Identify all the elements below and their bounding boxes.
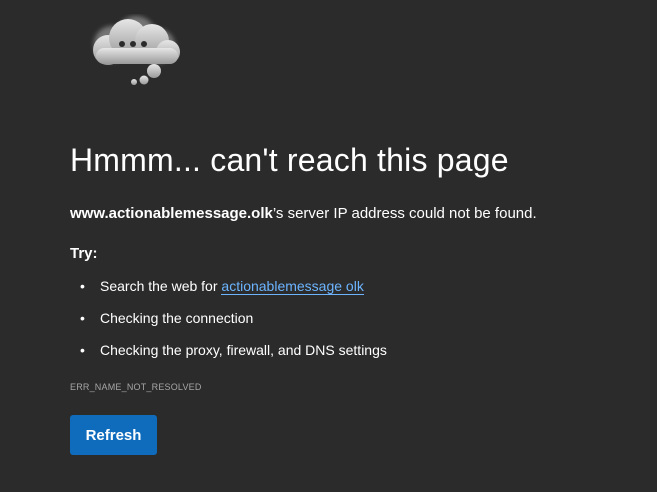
try-label: Try: <box>70 245 98 262</box>
suggestion-search-prefix: Search the web for <box>100 278 222 294</box>
bullet: • <box>80 310 85 326</box>
bullet: • <box>80 342 85 358</box>
page-title: Hmmm... can't reach this page <box>70 142 509 178</box>
error-host: www.actionablemessage.olk <box>70 205 273 222</box>
error-message: www.actionablemessage.olk’s server IP ad… <box>70 205 537 222</box>
bullet: • <box>80 278 85 294</box>
suggestion-connection: • Checking the connection <box>70 310 387 342</box>
error-message-text: ’s server IP address could not be found. <box>272 205 537 222</box>
error-code: ERR_NAME_NOT_RESOLVED <box>70 382 202 392</box>
cloud-thought-icon <box>78 14 188 90</box>
error-page: Hmmm... can't reach this page www.action… <box>0 0 657 492</box>
suggestion-search: • Search the web for actionablemessage o… <box>70 278 387 310</box>
suggestion-proxy-text: Checking the proxy, firewall, and DNS se… <box>100 342 387 358</box>
suggestion-list: • Search the web for actionablemessage o… <box>70 278 387 374</box>
search-web-link[interactable]: actionablemessage olk <box>221 278 364 295</box>
suggestion-connection-text: Checking the connection <box>100 310 254 326</box>
suggestion-proxy: • Checking the proxy, firewall, and DNS … <box>70 342 387 374</box>
refresh-button[interactable]: Refresh <box>70 415 157 455</box>
